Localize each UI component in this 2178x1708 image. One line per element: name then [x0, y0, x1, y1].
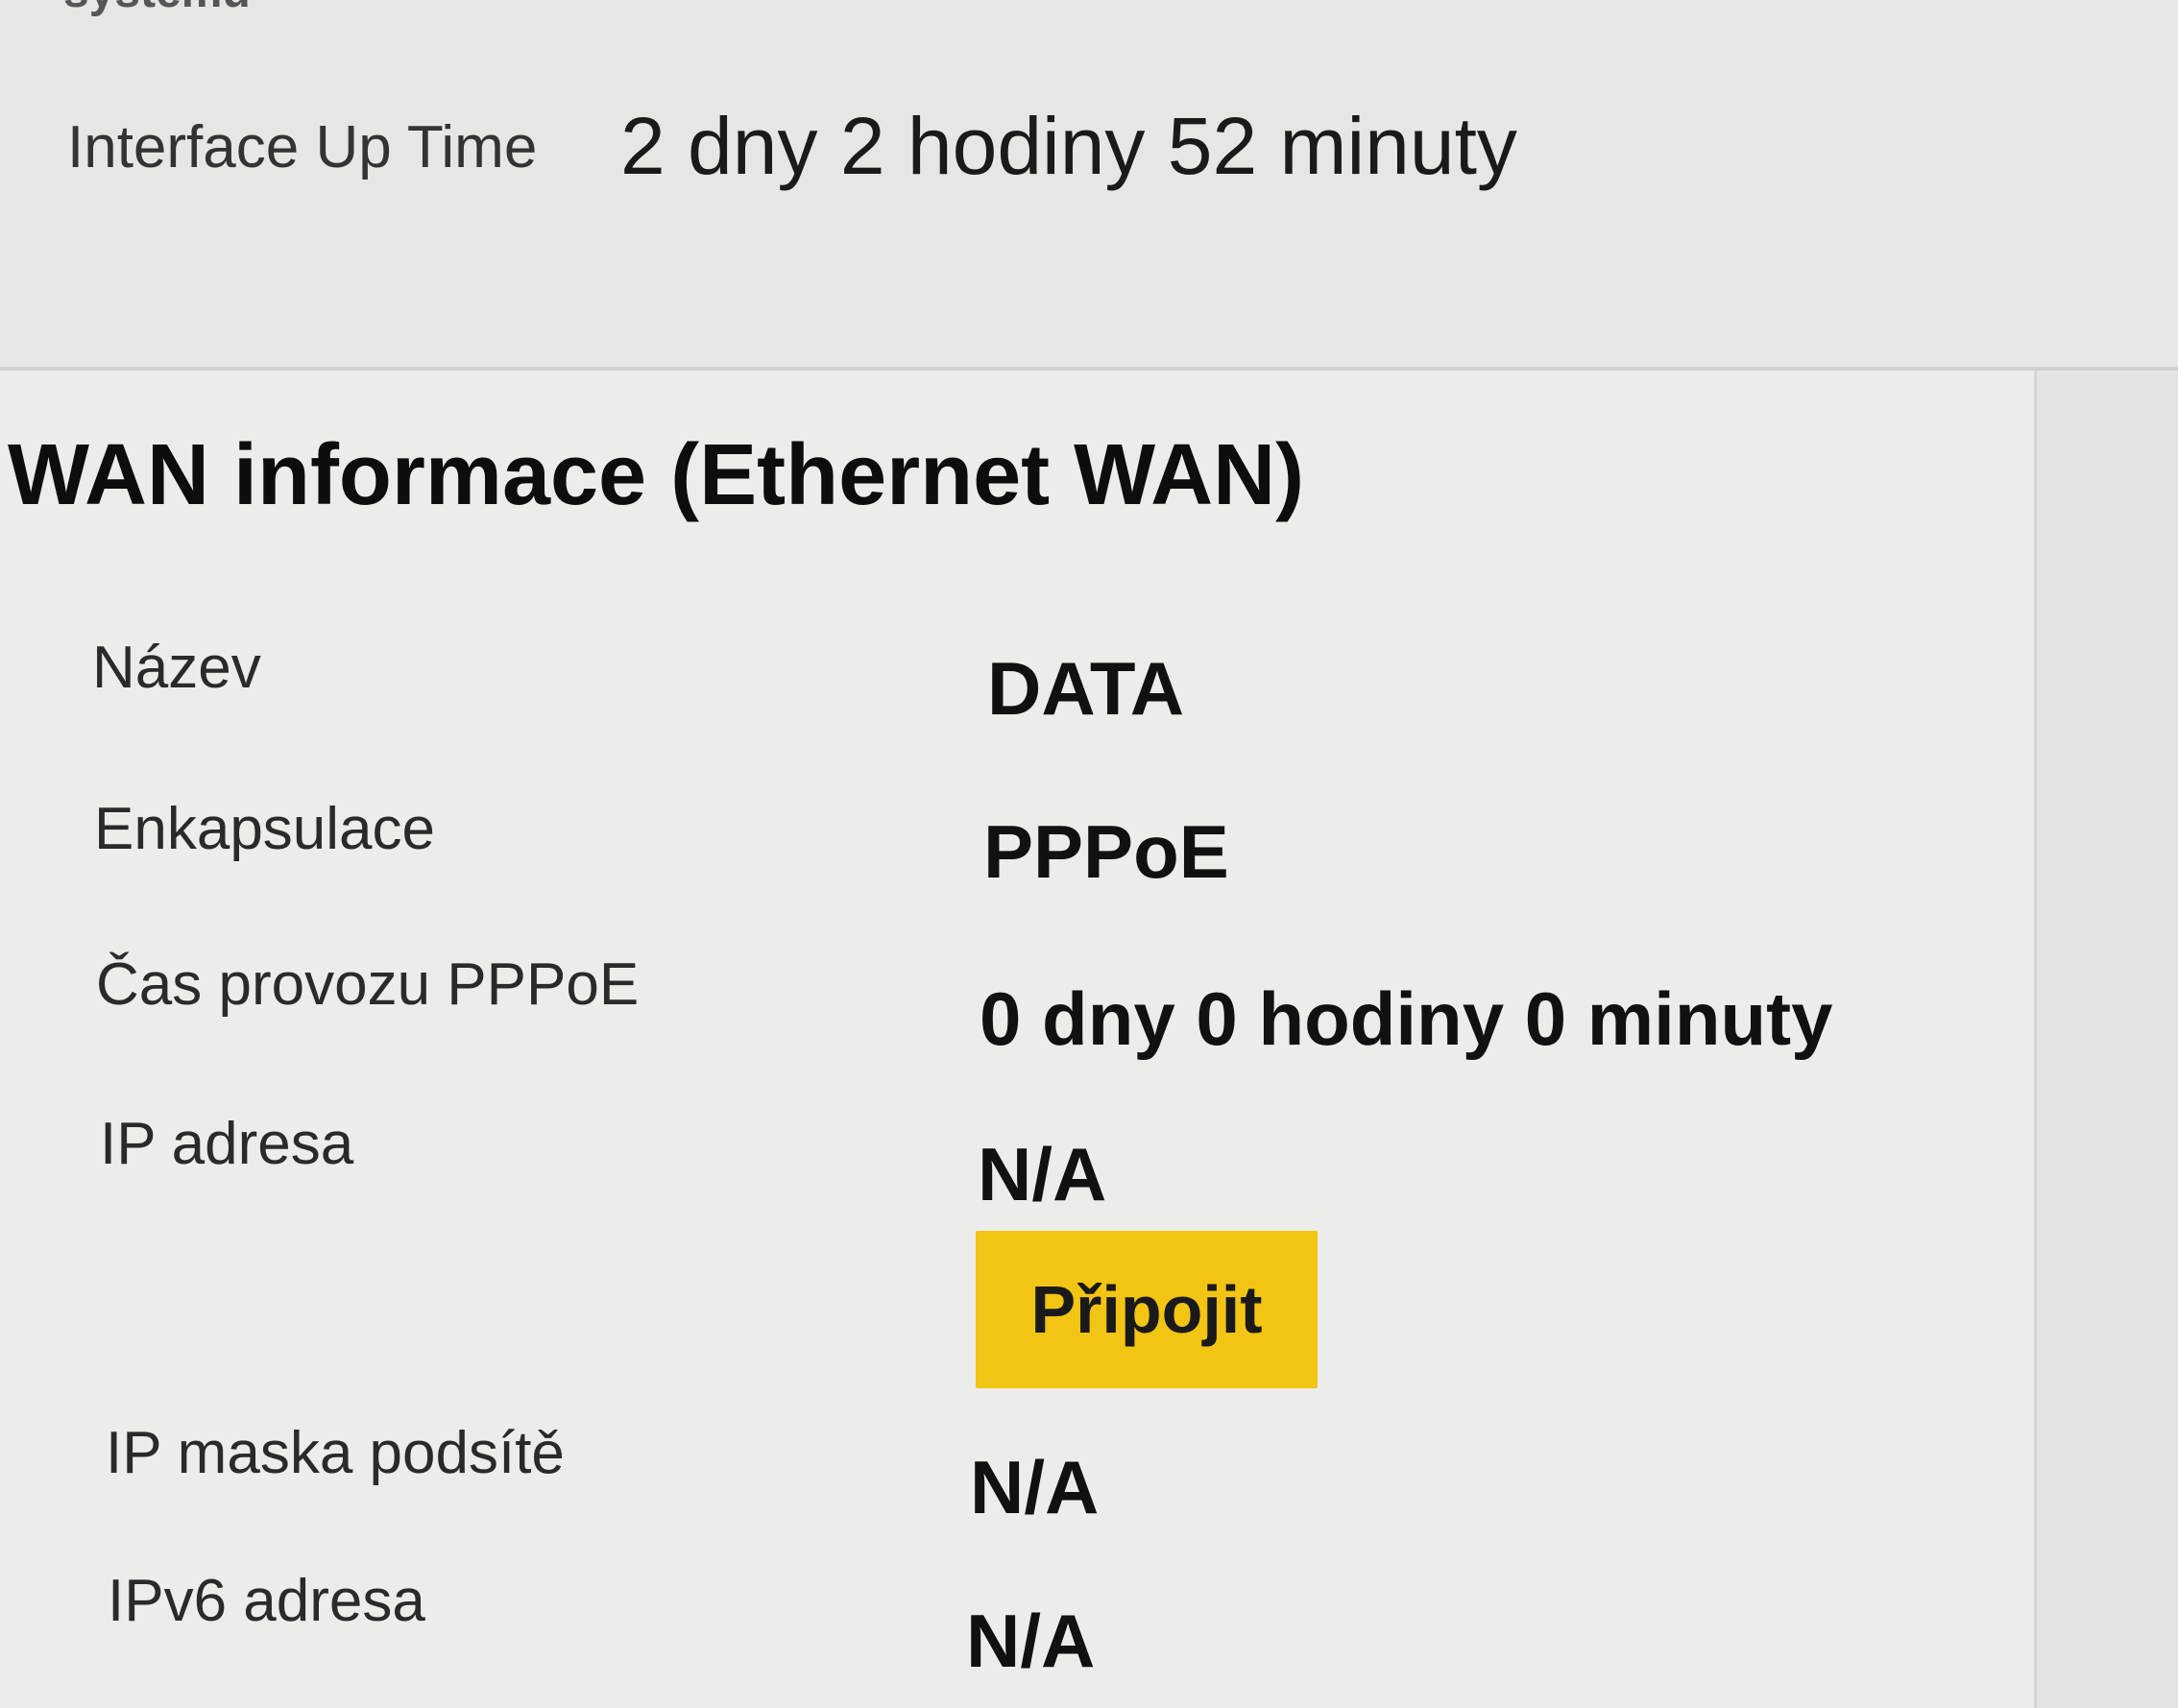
pppoe-uptime-label: Čas provozu PPPoE — [96, 951, 640, 1018]
encapsulation-label: Enkapsulace — [94, 796, 436, 862]
system-info-panel: systému Interface Up Time 2 dny 2 hodiny… — [0, 0, 2178, 370]
ip-address-value: N/A — [978, 1132, 1107, 1216]
ipv6-address-label: IPv6 adresa — [108, 1568, 425, 1634]
router-status-page: systému Interface Up Time 2 dny 2 hodiny… — [0, 0, 2178, 1708]
interface-uptime-value: 2 dny 2 hodiny 52 minuty — [620, 101, 1517, 191]
system-section-title: systému — [63, 0, 251, 18]
name-label: Název — [92, 635, 261, 701]
subnet-mask-value: N/A — [970, 1445, 1100, 1529]
ip-address-label: IP adresa — [100, 1111, 354, 1177]
interface-uptime-label: Interface Up Time — [67, 114, 538, 180]
pppoe-uptime-value: 0 dny 0 hodiny 0 minuty — [980, 976, 1833, 1061]
ipv6-address-value: N/A — [966, 1599, 1096, 1683]
wan-section-title: WAN informace (Ethernet WAN) — [8, 427, 1305, 523]
name-value: DATA — [987, 646, 1185, 731]
connect-button[interactable]: Připojit — [976, 1231, 1318, 1388]
subnet-mask-label: IP maska podsítě — [106, 1420, 565, 1486]
encapsulation-value: PPPoE — [983, 809, 1229, 894]
